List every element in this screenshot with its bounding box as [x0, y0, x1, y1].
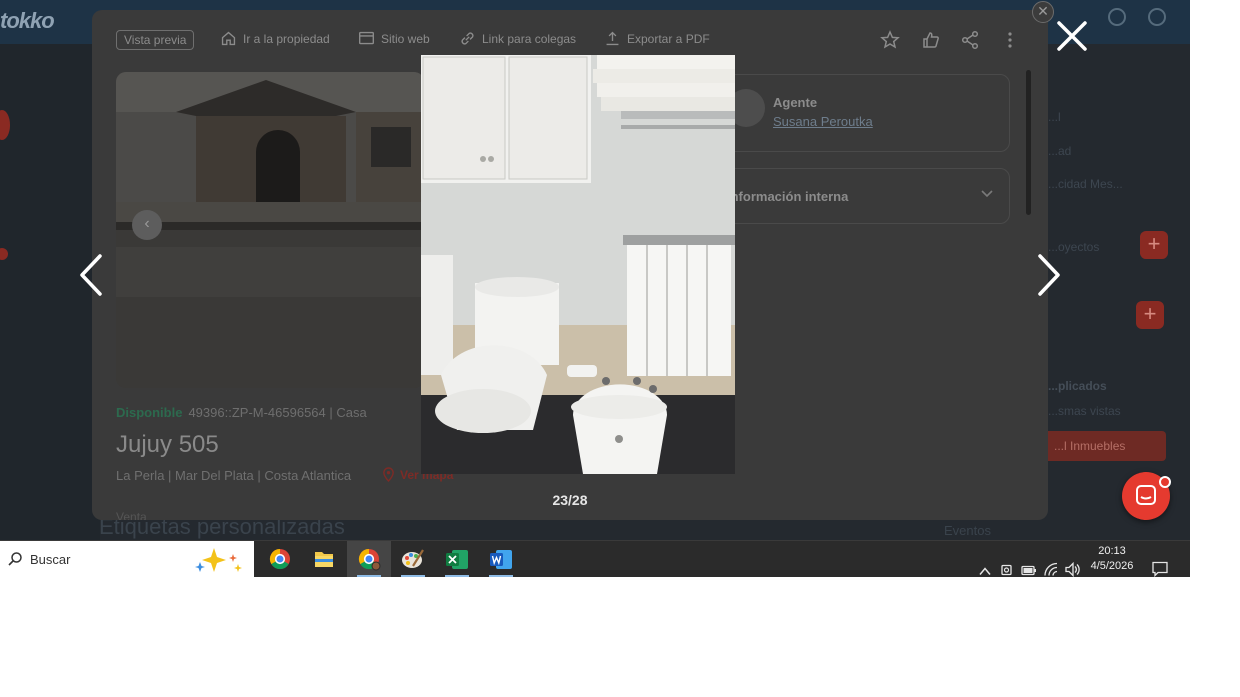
- colleague-link-label: Link para colegas: [482, 31, 577, 46]
- word-icon: [490, 550, 512, 569]
- right-panel-text: ...smas vistas: [1048, 404, 1121, 418]
- right-panel-text: ...l: [1048, 110, 1061, 124]
- app-logo[interactable]: tokko: [0, 8, 55, 34]
- property-location: La Perla | Mar Del Plata | Costa Atlanti…: [116, 468, 352, 483]
- upload-icon: [606, 31, 619, 46]
- lightbox-close-icon[interactable]: [1054, 18, 1090, 54]
- property-title: Jujuy 505: [116, 431, 219, 458]
- screen: tokko ...l ...ad ...cidad Mes... + ...oy…: [0, 0, 1190, 577]
- taskbar-search-label: Buscar: [30, 552, 71, 567]
- paint-taskbar-button[interactable]: [391, 541, 435, 577]
- link-icon: [461, 32, 474, 45]
- chevron-up-icon[interactable]: [978, 553, 992, 577]
- modal-scrollbar[interactable]: [1026, 70, 1031, 215]
- agent-role: Agente: [773, 95, 818, 110]
- right-panel-text: ...ad: [1048, 144, 1072, 158]
- right-panel-text: ...plicados: [1048, 379, 1107, 393]
- internal-info-accordion[interactable]: Información interna: [714, 168, 1010, 224]
- star-icon[interactable]: [880, 30, 900, 50]
- wifi-icon[interactable]: [1043, 551, 1061, 577]
- website-button[interactable]: Sitio web: [358, 30, 430, 47]
- browser-icon: [359, 31, 374, 45]
- taskbar-clock[interactable]: 20:13 4/5/2026: [1088, 544, 1136, 574]
- agent-name-link[interactable]: Susana Peroutka: [773, 114, 873, 129]
- inmuebles-button[interactable]: ...l Inmuebles: [1040, 431, 1166, 461]
- chat-notification-dot: [1159, 476, 1171, 488]
- open-app-indicator: [445, 575, 469, 577]
- house-facade-image: [116, 72, 424, 388]
- word-taskbar-button[interactable]: [479, 541, 523, 577]
- modal-close-button[interactable]: ✕: [1032, 1, 1054, 23]
- meet-now-icon[interactable]: [999, 551, 1015, 577]
- lightbox-photo: [421, 55, 735, 474]
- export-pdf-button[interactable]: Exportar a PDF: [604, 30, 710, 47]
- status-available: Disponible: [116, 405, 183, 420]
- colleague-link-button[interactable]: Link para colegas: [459, 30, 576, 47]
- events-label: Eventos: [944, 523, 991, 538]
- bathroom-photo-image: [421, 55, 735, 474]
- paint-icon: [402, 549, 424, 568]
- notification-center-icon[interactable]: [1151, 550, 1169, 577]
- chrome-taskbar-button[interactable]: [258, 541, 302, 577]
- property-main-photo[interactable]: ‹: [116, 72, 424, 388]
- battery-icon[interactable]: [1020, 552, 1038, 577]
- more-options-icon[interactable]: [1000, 30, 1020, 50]
- chrome-profile-taskbar-button[interactable]: [347, 541, 391, 577]
- operation-tag: Venta: [116, 510, 147, 520]
- preview-badge: Vista previa: [116, 30, 195, 50]
- file-explorer-taskbar-button[interactable]: [302, 541, 346, 577]
- volume-icon[interactable]: [1064, 551, 1082, 577]
- right-panel-text: ...cidad Mes...: [1048, 177, 1123, 191]
- add-button[interactable]: +: [1136, 301, 1164, 329]
- sidebar-accent: [0, 110, 10, 140]
- share-icon[interactable]: [960, 30, 980, 50]
- agent-card: Agente Susana Peroutka: [714, 74, 1010, 152]
- chrome-profile-icon: [358, 548, 381, 571]
- taskbar-search-box[interactable]: Buscar: [0, 541, 254, 577]
- windows-taskbar: Buscar 20:13 4/5/2026: [0, 540, 1190, 577]
- internal-info-label: Información interna: [727, 189, 849, 204]
- lightbox-prev-arrow-icon[interactable]: [76, 252, 106, 298]
- export-pdf-label: Exportar a PDF: [627, 31, 710, 46]
- go-to-property-button[interactable]: Ir a la propiedad: [220, 30, 330, 47]
- property-code: 49396::ZP-M-46596564 | Casa: [188, 405, 367, 420]
- settings-icon[interactable]: [1108, 8, 1126, 26]
- sidebar-badge: [0, 248, 8, 260]
- open-app-indicator: [401, 575, 425, 577]
- home-icon: [221, 31, 236, 46]
- search-icon: [8, 552, 22, 566]
- lightbox-counter: 23/28: [552, 492, 588, 508]
- map-pin-icon: [383, 467, 394, 482]
- chevron-down-icon: [981, 190, 993, 198]
- lightbox-next-arrow-icon[interactable]: [1034, 252, 1064, 298]
- help-icon[interactable]: [1148, 8, 1166, 26]
- sparkle-icon: [195, 548, 242, 572]
- property-status-line: Disponible 49396::ZP-M-46596564 | Casa: [116, 405, 367, 420]
- photo-prev-button[interactable]: ‹: [132, 210, 162, 240]
- chrome-icon: [269, 548, 290, 570]
- file-explorer-icon: [315, 552, 333, 567]
- excel-taskbar-button[interactable]: [435, 541, 479, 577]
- add-button[interactable]: +: [1140, 231, 1168, 259]
- clock-time: 20:13: [1098, 545, 1126, 557]
- open-app-indicator: [489, 575, 513, 577]
- clock-date: 4/5/2026: [1090, 560, 1134, 572]
- excel-icon: [446, 550, 468, 569]
- active-app-indicator: [357, 575, 381, 577]
- thumbs-up-icon[interactable]: [921, 30, 941, 50]
- website-label: Sitio web: [381, 31, 430, 46]
- go-to-property-label: Ir a la propiedad: [243, 31, 330, 46]
